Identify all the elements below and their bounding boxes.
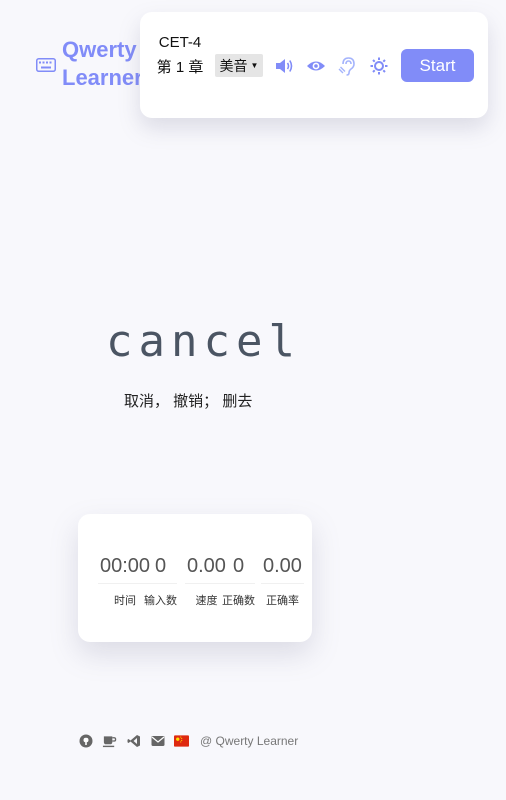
accent-select[interactable]: 美音 ▼ (215, 54, 263, 77)
stat-correct-label: 正确数 (222, 595, 255, 607)
stat-accuracy: 0.00 正确率 (261, 552, 304, 608)
stat-correct-value: 0 (222, 552, 255, 584)
china-flag-icon (174, 734, 189, 747)
accent-value: 美音 (219, 57, 248, 74)
word-visibility-button[interactable] (305, 55, 327, 77)
eye-icon (307, 61, 325, 71)
stat-inputs-label: 输入数 (144, 595, 177, 607)
vscode-link[interactable] (126, 733, 141, 748)
footer: @ Qwerty Learner (78, 733, 298, 748)
stats-panel: 00:00 时间 0 输入数 0.00 速度 0 正确数 0.00 正确率 (78, 514, 312, 642)
stat-accuracy-value: 0.00 (261, 552, 304, 584)
stat-inputs-value: 0 (144, 552, 177, 584)
stat-accuracy-label: 正确率 (265, 595, 299, 607)
copyright-text: @ Qwerty Learner (200, 733, 299, 748)
sound-icon (276, 59, 293, 73)
coffee-icon (102, 735, 117, 747)
github-link[interactable] (78, 733, 93, 748)
current-word: cancel (106, 316, 301, 367)
app-logo[interactable]: Qwerty Learner (36, 36, 146, 92)
sun-icon (370, 57, 388, 75)
start-button[interactable]: Start (401, 49, 474, 82)
dictionary-selector[interactable]: CET-4 第 1 章 (154, 30, 206, 80)
app-name: Qwerty Learner (62, 37, 143, 90)
coffee-link[interactable] (102, 733, 117, 748)
theme-toggle-button[interactable] (368, 55, 390, 77)
sound-button[interactable] (273, 55, 295, 77)
keyboard-icon (36, 58, 56, 72)
email-link[interactable] (150, 733, 165, 748)
hearing-icon (338, 57, 355, 76)
stat-correct: 0 正确数 (222, 552, 255, 608)
language-link[interactable] (174, 733, 189, 748)
mail-icon (151, 735, 164, 746)
toolbar: CET-4 第 1 章 美音 ▼ Start (140, 12, 488, 118)
word-translation: 取消， 撤销； 删去 (124, 393, 253, 410)
chevron-down-icon: ▼ (250, 61, 259, 70)
stat-inputs: 0 输入数 (144, 552, 177, 608)
github-icon (79, 734, 92, 747)
phonetic-button[interactable] (336, 55, 358, 77)
vscode-icon (127, 734, 140, 747)
